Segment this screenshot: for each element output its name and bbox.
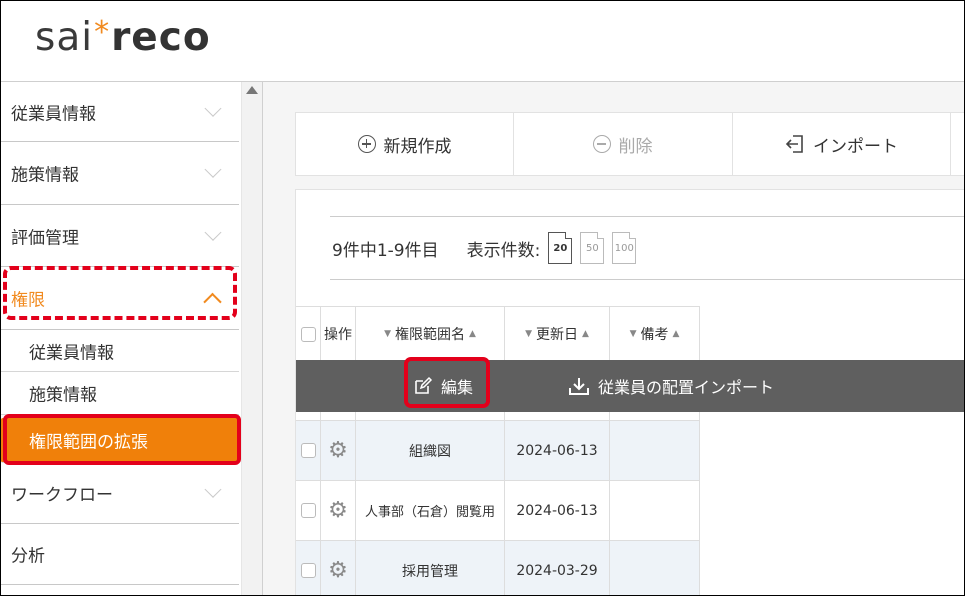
chevron-down-icon [204, 160, 222, 178]
logo-text-reco: reco [111, 15, 211, 60]
table-row[interactable]: ⚙ 採用管理 2024-03-29 [296, 541, 700, 595]
page-size-50-button[interactable]: 50 [580, 232, 605, 264]
row-name: 組織図 [356, 421, 505, 480]
row-updated: 2024-03-29 [505, 541, 610, 595]
employee-placement-import-menu-item[interactable]: 従業員の配置インポート [568, 360, 774, 412]
plus-circle-icon [357, 135, 376, 153]
minus-circle-icon [592, 135, 611, 153]
import-button[interactable]: インポート [733, 113, 950, 175]
sidebar-subitem-measures-info[interactable]: 施策情報 [1, 372, 239, 415]
highlight-edit [404, 357, 490, 408]
sidebar-item-measures-info[interactable]: 施策情報 [1, 142, 239, 205]
row-note [610, 541, 700, 595]
sidebar-item-label: 施策情報 [11, 165, 79, 186]
delete-button[interactable]: 削除 [514, 113, 731, 175]
row-checkbox[interactable] [300, 563, 316, 578]
new-create-label: 新規作成 [383, 136, 452, 157]
sidebar-subitem-label: 従業員情報 [29, 343, 114, 363]
column-note-label: 備考 [640, 327, 669, 343]
page-size-20-button[interactable]: 20 [548, 232, 573, 264]
sort-asc-icon[interactable]: ▲ [469, 329, 476, 339]
table-row[interactable]: ⚙ 組織図 2024-06-13 [296, 421, 700, 481]
app-frame: sai*reco 従業員情報 施策情報 評価管理 権限 従業員情報 施策情報 権… [0, 0, 965, 596]
delete-label: 削除 [618, 136, 653, 157]
logo-star-icon: * [94, 15, 111, 50]
row-note [610, 421, 700, 480]
list-count-bar: 9件中1-9件目 表示件数: 20 50 100 [330, 216, 964, 280]
toolbar-divider [950, 113, 951, 175]
column-note[interactable]: ▼ 備考 ▲ [610, 307, 700, 361]
select-all-cell [296, 307, 321, 361]
import-label: インポート [813, 136, 898, 157]
gear-icon[interactable]: ⚙ [328, 558, 348, 583]
gear-icon[interactable]: ⚙ [328, 498, 348, 523]
page-size-label: 表示件数: [466, 240, 541, 261]
row-checkbox[interactable] [300, 503, 316, 518]
row-action-cell: ⚙ [321, 421, 356, 480]
sidebar-item-employee-info[interactable]: 従業員情報 [1, 82, 239, 142]
sidebar-scrollbar[interactable] [241, 82, 263, 595]
sidebar-item-label: 分析 [11, 546, 45, 567]
chevron-down-icon [204, 99, 222, 117]
highlight-scope-extension [3, 414, 241, 465]
scroll-up-arrow-icon[interactable] [246, 86, 258, 94]
row-action-cell: ⚙ [321, 481, 356, 540]
sort-desc-icon[interactable]: ▼ [630, 329, 637, 339]
new-create-button[interactable]: 新規作成 [296, 113, 513, 175]
row-note [610, 481, 700, 540]
app-header: sai*reco [1, 1, 964, 82]
row-select-cell [296, 421, 321, 480]
column-updated[interactable]: ▼ 更新日 ▲ [505, 307, 610, 361]
row-select-cell [296, 541, 321, 595]
sidebar-item-analysis[interactable]: 分析 [1, 524, 239, 585]
sidebar-subitem-employee-info[interactable]: 従業員情報 [1, 330, 239, 372]
table-row[interactable]: ⚙ 人事部（石倉）閲覧用 2024-06-13 [296, 481, 700, 541]
column-name-label: 権限範囲名 [395, 327, 465, 343]
sort-asc-icon[interactable]: ▲ [673, 329, 680, 339]
row-name: 人事部（石倉）閲覧用 [356, 481, 505, 540]
row-checkbox[interactable] [300, 443, 316, 458]
chevron-down-icon [204, 223, 222, 241]
select-all-checkbox[interactable] [300, 326, 316, 342]
row-name: 採用管理 [356, 541, 505, 595]
row-updated: 2024-06-13 [505, 421, 610, 480]
sort-desc-icon[interactable]: ▼ [525, 329, 532, 339]
row-select-cell [296, 481, 321, 540]
gear-icon[interactable]: ⚙ [328, 438, 348, 463]
page-size-100-button[interactable]: 100 [612, 232, 637, 264]
column-action: 操作 [321, 307, 356, 361]
main-content: 新規作成 削除 インポート 9件中1-9件目 表示件数: 20 50 100 操… [263, 82, 964, 595]
logo-text-sai: sai [35, 15, 94, 60]
sidebar-item-label: ワークフロー [11, 485, 113, 506]
sidebar-item-label: 従業員情報 [11, 104, 96, 124]
sidebar-item-evaluation[interactable]: 評価管理 [1, 205, 239, 267]
employee-placement-import-label: 従業員の配置インポート [598, 378, 775, 397]
highlight-permissions-dashed [3, 266, 237, 320]
action-toolbar: 新規作成 削除 インポート [295, 112, 964, 176]
import-icon [785, 135, 803, 153]
sort-asc-icon[interactable]: ▲ [582, 329, 589, 339]
sidebar-subitem-label: 施策情報 [29, 385, 97, 406]
sidebar-item-label: 評価管理 [11, 228, 79, 248]
column-updated-label: 更新日 [536, 327, 578, 343]
sidebar: 従業員情報 施策情報 評価管理 権限 従業員情報 施策情報 権限範囲の拡張 ワー… [1, 82, 241, 595]
brand-logo[interactable]: sai*reco [35, 15, 211, 60]
row-updated: 2024-06-13 [505, 481, 610, 540]
row-context-menu: 編集 従業員の配置インポート [296, 360, 964, 412]
table-header: 操作 ▼ 権限範囲名 ▲ ▼ 更新日 ▲ ▼ 備考 ▲ [296, 306, 700, 362]
chevron-down-icon [204, 480, 222, 498]
sort-desc-icon[interactable]: ▼ [384, 329, 391, 339]
download-icon [569, 378, 589, 395]
row-action-cell: ⚙ [321, 541, 356, 595]
column-name[interactable]: ▼ 権限範囲名 ▲ [356, 307, 505, 361]
result-count: 9件中1-9件目 [332, 240, 439, 261]
column-action-label: 操作 [324, 327, 352, 343]
sidebar-item-workflow[interactable]: ワークフロー [1, 463, 239, 524]
